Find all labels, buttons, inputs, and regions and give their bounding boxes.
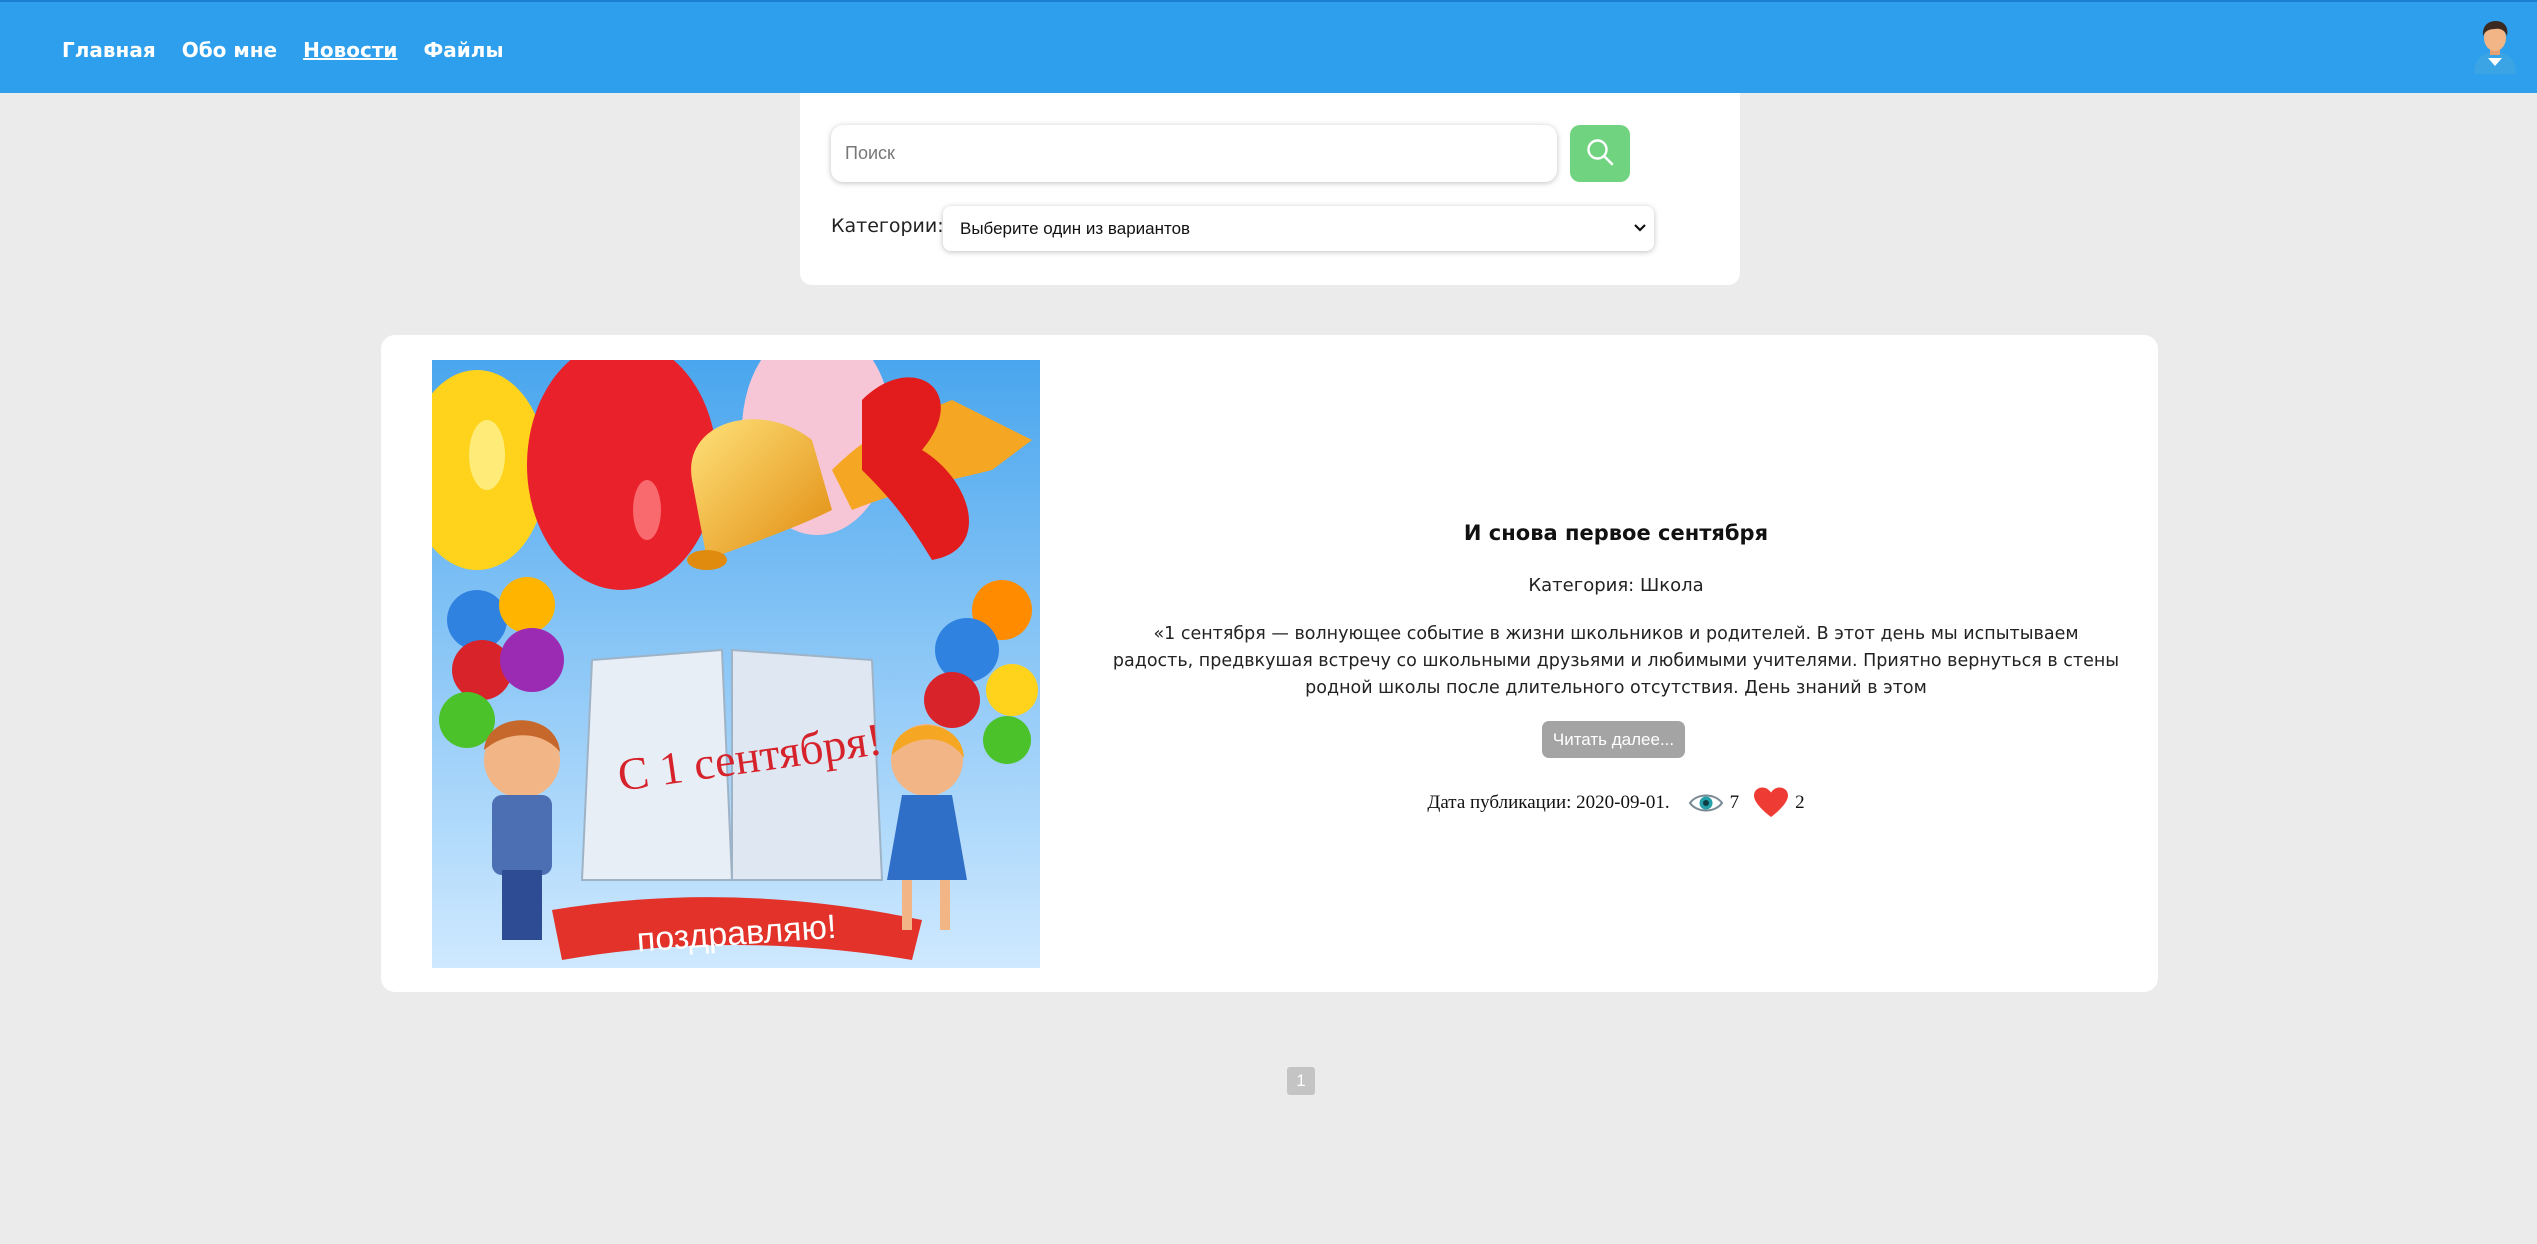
news-excerpt: «1 сентября — волнующее событие в жизни … bbox=[1112, 624, 2120, 698]
search-panel: Категории: Выберите один из вариантов bbox=[800, 93, 1740, 285]
search-button[interactable] bbox=[1570, 125, 1630, 182]
news-title[interactable]: И снова первое сентября bbox=[1111, 521, 2121, 545]
news-image[interactable]: С 1 сентября! поздравляю! bbox=[432, 360, 1040, 968]
category-select-value: Выберите один из вариантов bbox=[960, 218, 1191, 238]
nav-link-home[interactable]: Главная bbox=[62, 38, 156, 62]
category-filter-label: Категории: bbox=[831, 215, 944, 237]
top-navbar: Главная Обо мне Новости Файлы bbox=[0, 0, 2537, 93]
read-more-button[interactable]: Читать далее... bbox=[1542, 721, 1685, 758]
views-count: 7 bbox=[1729, 792, 1740, 813]
main-nav: Главная Обо мне Новости Файлы bbox=[62, 38, 504, 62]
eye-icon bbox=[1688, 792, 1724, 814]
nav-link-about[interactable]: Обо мне bbox=[182, 38, 277, 62]
nav-link-files[interactable]: Файлы bbox=[423, 38, 503, 62]
nav-link-news[interactable]: Новости bbox=[303, 38, 397, 62]
search-icon bbox=[1585, 137, 1615, 170]
user-avatar-icon[interactable] bbox=[2470, 18, 2520, 74]
news-content: И снова первое сентября Категория: Школа… bbox=[1111, 335, 2121, 992]
news-card: С 1 сентября! поздравляю! И снова первое… bbox=[381, 335, 2158, 992]
news-meta: Дата публикации: 2020-09-01. 7 2 bbox=[1111, 787, 2121, 819]
publish-date: Дата публикации: 2020-09-01. bbox=[1427, 792, 1670, 813]
likes-count: 2 bbox=[1795, 792, 1805, 813]
heart-icon[interactable] bbox=[1753, 787, 1789, 819]
news-category: Категория: Школа bbox=[1528, 575, 1704, 596]
search-input[interactable] bbox=[831, 125, 1557, 182]
category-select[interactable]: Выберите один из вариантов bbox=[943, 206, 1654, 251]
pagination-page-1[interactable]: 1 bbox=[1287, 1067, 1315, 1095]
chevron-down-icon bbox=[1632, 219, 1648, 242]
